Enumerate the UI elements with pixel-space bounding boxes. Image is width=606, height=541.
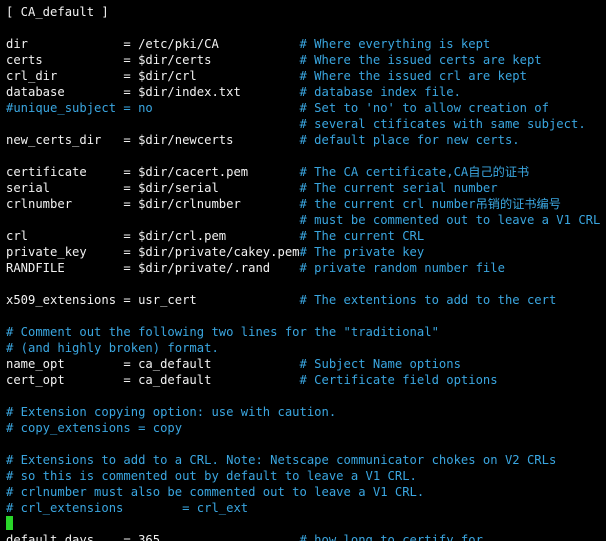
terminal-line: database = $dir/index.txt # database ind… — [6, 84, 600, 100]
comment-text: # copy_extensions = copy — [6, 421, 182, 435]
config-text — [6, 213, 300, 227]
terminal-line: private_key = $dir/private/cakey.pem# Th… — [6, 244, 600, 260]
terminal-line: RANDFILE = $dir/private/.rand # private … — [6, 260, 600, 276]
config-text — [6, 117, 300, 131]
cursor — [6, 516, 13, 530]
comment-text: # database index file. — [300, 85, 461, 99]
terminal-line: # so this is commented out by default to… — [6, 468, 600, 484]
comment-text: # so this is commented out by default to… — [6, 469, 417, 483]
terminal-line: # Comment out the following two lines fo… — [6, 324, 600, 340]
config-text: cert_opt = ca_default — [6, 373, 300, 387]
config-text: default_days = 365 — [6, 533, 300, 541]
config-text: new_certs_dir = $dir/newcerts — [6, 133, 300, 147]
terminal-line: crlnumber = $dir/crlnumber # the current… — [6, 196, 600, 212]
config-text: x509_extensions = usr_cert — [6, 293, 300, 307]
terminal-line: # crlnumber must also be commented out t… — [6, 484, 600, 500]
config-text: name_opt = ca_default — [6, 357, 300, 371]
comment-text: # default place for new certs. — [300, 133, 520, 147]
config-text: database = $dir/index.txt — [6, 85, 300, 99]
comment-text: # The current CRL — [300, 229, 425, 243]
comment-text: # The current serial number — [300, 181, 498, 195]
terminal-line: # crl_extensions = crl_ext — [6, 500, 600, 516]
comment-text: # Certificate field options — [300, 373, 498, 387]
terminal-line: crl_dir = $dir/crl # Where the issued cr… — [6, 68, 600, 84]
config-text: private_key = $dir/private/cakey.pem — [6, 245, 300, 259]
terminal-line: [ CA_default ] — [6, 4, 600, 20]
comment-text: # crl_extensions = crl_ext — [6, 501, 248, 515]
terminal-line: # several ctificates with same subject. — [6, 116, 600, 132]
terminal-line: x509_extensions = usr_cert # The extenti… — [6, 292, 600, 308]
terminal-line: #unique_subject = no # Set to 'no' to al… — [6, 100, 600, 116]
terminal-line: certs = $dir/certs # Where the issued ce… — [6, 52, 600, 68]
comment-text: # Extensions to add to a CRL. Note: Nets… — [6, 453, 556, 467]
terminal-line: # Extension copying option: use with cau… — [6, 404, 600, 420]
terminal-output: [ CA_default ] dir = /etc/pki/CA # Where … — [0, 0, 606, 541]
comment-text: # Subject Name options — [300, 357, 461, 371]
terminal-line: crl = $dir/crl.pem # The current CRL — [6, 228, 600, 244]
comment-text: #unique_subject = no # Set to 'no' to al… — [6, 101, 549, 115]
comment-text: # must be commented out to leave a V1 CR… — [300, 213, 601, 227]
config-text: serial = $dir/serial — [6, 181, 300, 195]
comment-text: # private random number file — [300, 261, 505, 275]
terminal-line: # Extensions to add to a CRL. Note: Nets… — [6, 452, 600, 468]
comment-text: # The CA certificate,CA自己的证书 — [300, 165, 530, 179]
terminal-line: serial = $dir/serial # The current seria… — [6, 180, 600, 196]
comment-text: # The private key — [300, 245, 425, 259]
comment-text: # Extension copying option: use with cau… — [6, 405, 336, 419]
terminal-line — [6, 516, 600, 532]
config-text: dir = /etc/pki/CA — [6, 37, 300, 51]
terminal-line: # (and highly broken) format. — [6, 340, 600, 356]
terminal-line: certificate = $dir/cacert.pem # The CA c… — [6, 164, 600, 180]
comment-text: # the current crl number吊销的证书编号 — [300, 197, 561, 211]
config-text: crlnumber = $dir/crlnumber — [6, 197, 300, 211]
terminal-line — [6, 20, 600, 36]
config-text: RANDFILE = $dir/private/.rand — [6, 261, 300, 275]
comment-text: # Comment out the following two lines fo… — [6, 325, 439, 339]
config-text: [ CA_default ] — [6, 5, 109, 19]
terminal-line: # copy_extensions = copy — [6, 420, 600, 436]
comment-text: # Where the issued crl are kept — [300, 69, 527, 83]
comment-text: # Where the issued certs are kept — [300, 53, 542, 67]
terminal-line — [6, 276, 600, 292]
config-text: crl_dir = $dir/crl — [6, 69, 300, 83]
terminal-line — [6, 388, 600, 404]
comment-text: # how long to certify for — [300, 533, 483, 541]
terminal-line: dir = /etc/pki/CA # Where everything is … — [6, 36, 600, 52]
terminal-line: name_opt = ca_default # Subject Name opt… — [6, 356, 600, 372]
terminal-line: new_certs_dir = $dir/newcerts # default … — [6, 132, 600, 148]
terminal-line — [6, 308, 600, 324]
comment-text: # The extentions to add to the cert — [300, 293, 557, 307]
terminal-line: cert_opt = ca_default # Certificate fiel… — [6, 372, 600, 388]
comment-text: # (and highly broken) format. — [6, 341, 219, 355]
config-text: certs = $dir/certs — [6, 53, 300, 67]
terminal-line: default_days = 365 # how long to certify… — [6, 532, 600, 541]
terminal-line — [6, 148, 600, 164]
comment-text: # several ctificates with same subject. — [300, 117, 586, 131]
config-text: certificate = $dir/cacert.pem — [6, 165, 300, 179]
comment-text: # crlnumber must also be commented out t… — [6, 485, 424, 499]
config-text: crl = $dir/crl.pem — [6, 229, 300, 243]
terminal-line — [6, 436, 600, 452]
terminal-line: # must be commented out to leave a V1 CR… — [6, 212, 600, 228]
comment-text: # Where everything is kept — [300, 37, 491, 51]
